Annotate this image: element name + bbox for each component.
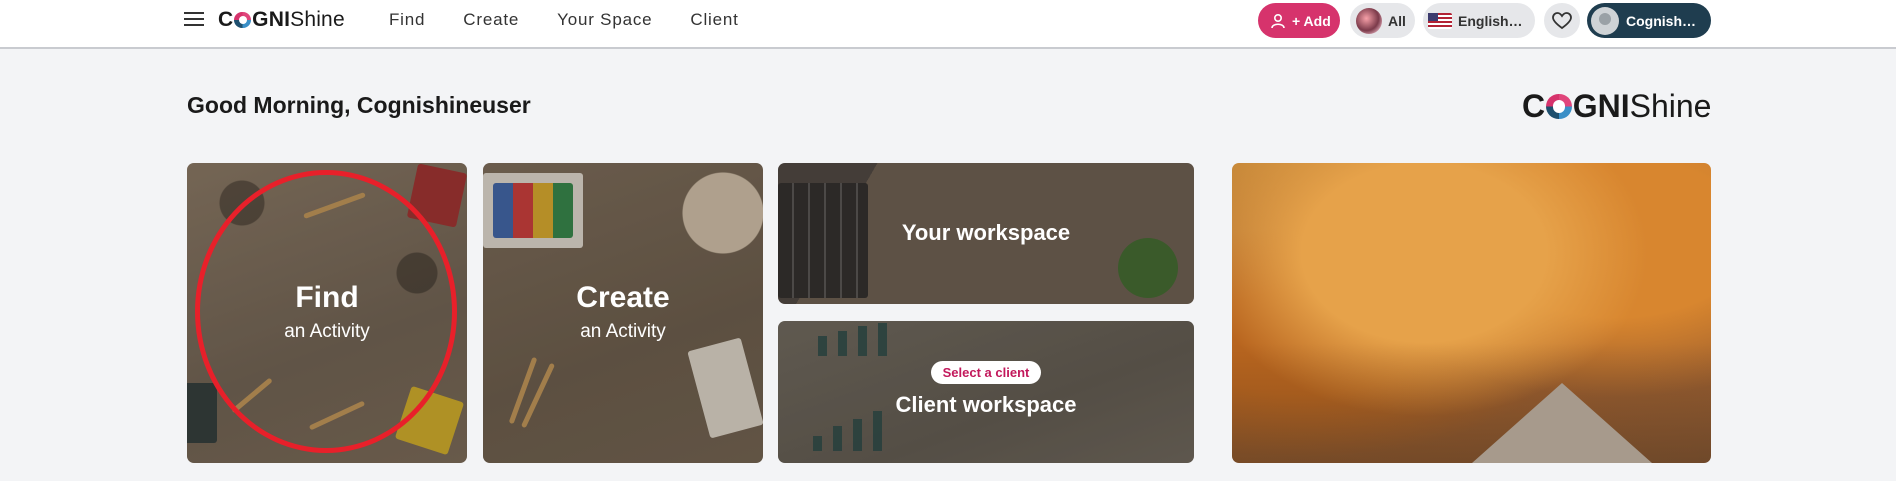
workspace-tile-title: Your workspace bbox=[901, 220, 1071, 245]
select-client-badge[interactable]: Select a client bbox=[930, 361, 1042, 384]
brand-logo-letter: C bbox=[1522, 88, 1546, 124]
nav-your-space[interactable]: Your Space bbox=[557, 10, 652, 30]
add-button[interactable]: + Add bbox=[1258, 3, 1340, 38]
nav-find[interactable]: Find bbox=[389, 10, 425, 30]
language-selector[interactable]: English… bbox=[1423, 3, 1535, 38]
client-avatar-icon bbox=[1356, 7, 1382, 34]
language-label: English… bbox=[1458, 12, 1523, 29]
person-icon bbox=[1271, 13, 1285, 28]
client-tile-title: Client workspace bbox=[895, 392, 1077, 417]
logo-o-icon bbox=[234, 11, 252, 29]
favorites-button[interactable] bbox=[1544, 3, 1580, 38]
client-filter-all[interactable]: All bbox=[1350, 3, 1415, 38]
logo-letter: C bbox=[218, 8, 234, 31]
create-activity-tile[interactable]: Create an Activity bbox=[483, 163, 763, 463]
brand-logo-text-bold: GNI bbox=[1572, 88, 1630, 124]
decor-road bbox=[1472, 383, 1652, 463]
app-logo[interactable]: C GNI Shine bbox=[218, 8, 345, 32]
client-workspace-tile[interactable]: Select a client Client workspace bbox=[778, 321, 1194, 463]
nav-create[interactable]: Create bbox=[463, 10, 519, 30]
create-tile-text: Create an Activity bbox=[483, 281, 763, 343]
add-button-label: + Add bbox=[1292, 12, 1331, 29]
heart-icon bbox=[1552, 11, 1572, 29]
logo-text-bold: GNI bbox=[252, 8, 291, 31]
client-tile-text: Select a client Client workspace bbox=[778, 361, 1194, 418]
highlight-circle bbox=[195, 170, 457, 453]
autumn-road-photo bbox=[1232, 163, 1711, 463]
us-flag-icon bbox=[1428, 12, 1452, 29]
logo-text-light: Shine bbox=[290, 8, 345, 31]
nav-client[interactable]: Client bbox=[690, 10, 738, 30]
create-tile-title: Create bbox=[576, 281, 670, 314]
user-name-label: Cognish… bbox=[1626, 12, 1696, 29]
user-menu-button[interactable]: Cognish… bbox=[1587, 3, 1711, 38]
client-filter-label: All bbox=[1388, 12, 1406, 29]
brand-logo: C GNI Shine bbox=[1522, 88, 1711, 125]
menu-icon[interactable] bbox=[184, 11, 204, 27]
greeting-heading: Good Morning, Cognishineuser bbox=[187, 92, 531, 118]
brand-logo-o-icon bbox=[1546, 93, 1572, 120]
main-nav: Find Create Your Space Client bbox=[389, 10, 739, 30]
your-workspace-tile[interactable]: Your workspace bbox=[778, 163, 1194, 304]
create-tile-subtitle: an Activity bbox=[580, 321, 666, 342]
brand-logo-text-light: Shine bbox=[1629, 88, 1712, 124]
user-avatar-icon bbox=[1591, 6, 1619, 35]
top-bar: C GNI Shine Find Create Your Space Clien… bbox=[0, 0, 1896, 49]
